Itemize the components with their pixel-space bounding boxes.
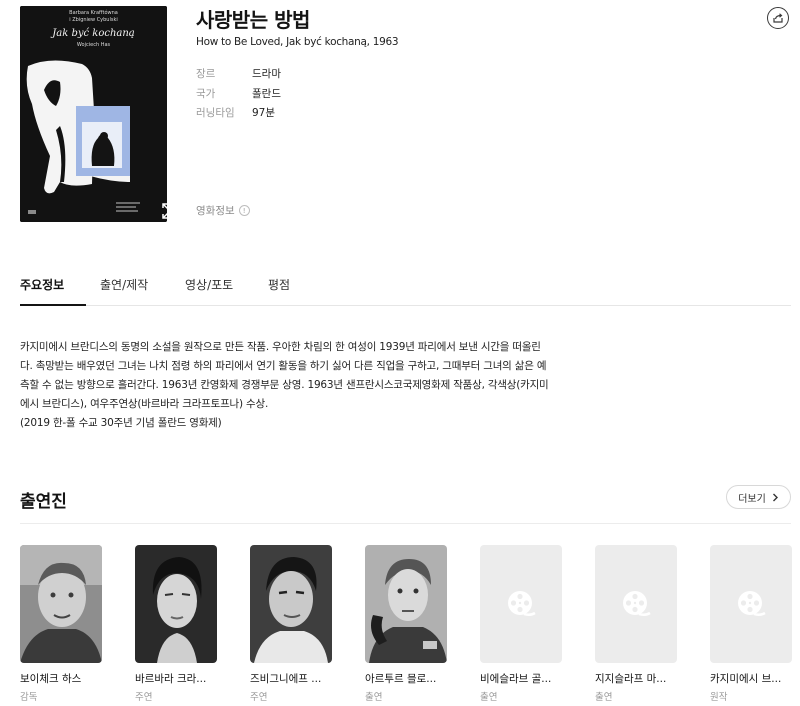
cast-divider bbox=[20, 523, 791, 524]
cast-role: 주연 bbox=[135, 692, 153, 703]
tab-cast-crew[interactable]: 출연/제작 bbox=[100, 276, 148, 293]
expand-icon[interactable] bbox=[160, 201, 167, 221]
active-tab-indicator bbox=[20, 304, 86, 306]
film-reel-icon bbox=[623, 591, 651, 617]
cast-photo-placeholder bbox=[595, 545, 677, 663]
detail-value: 97분 bbox=[252, 107, 276, 120]
cast-role: 주연 bbox=[250, 692, 268, 703]
cast-heading: 출연진 bbox=[20, 492, 67, 512]
movie-info-label: 영화정보 bbox=[196, 205, 235, 217]
poster-director: Wojciech Has bbox=[76, 42, 111, 48]
movie-subtitle: How to Be Loved, Jak być kochaną, 1963 bbox=[196, 36, 399, 48]
movie-details: 장르 드라마 국가 폴란드 러닝타임 97분 bbox=[196, 64, 281, 123]
cast-name: 비에슬라브 골... bbox=[480, 673, 552, 685]
cast-role: 출연 bbox=[480, 692, 498, 703]
cast-photo bbox=[135, 545, 217, 663]
tab-bar: 주요정보 출연/제작 영상/포토 평점 bbox=[20, 266, 791, 306]
detail-key: 장르 bbox=[196, 68, 216, 81]
cast-name: 아르투르 믈로... bbox=[365, 673, 437, 685]
synopsis-line: 다. 촉망받는 배우였던 그녀는 나치 점령 하의 파리에서 연기 활동을 하기… bbox=[20, 360, 547, 372]
cast-card[interactable]: 보이체크 하스 감독 bbox=[20, 545, 102, 703]
cast-card[interactable]: 지지슬라프 마... 출연 bbox=[595, 545, 677, 703]
cast-card[interactable]: 카지미에시 브... 원작 bbox=[710, 545, 792, 703]
detail-row-runtime: 러닝타임 97분 bbox=[196, 103, 281, 123]
info-icon[interactable]: ! bbox=[238, 205, 250, 216]
detail-key: 러닝타임 bbox=[196, 107, 235, 120]
movie-title: 사랑받는 방법 bbox=[196, 8, 310, 32]
synopsis: 카지미에시 브란디스의 동명의 소설을 원작으로 만든 작품. 우아한 차림의 … bbox=[20, 338, 580, 433]
tab-video-photo[interactable]: 영상/포토 bbox=[185, 276, 233, 293]
detail-value: 드라마 bbox=[252, 68, 281, 81]
cast-photo-placeholder bbox=[710, 545, 792, 663]
movie-poster[interactable]: Barbara Krafftówna i Zbigniew Cybulski J… bbox=[20, 6, 167, 222]
film-reel-icon bbox=[738, 591, 766, 617]
chevron-right-icon bbox=[772, 493, 778, 501]
detail-value: 폴란드 bbox=[252, 87, 281, 100]
cast-name: 보이체크 하스 bbox=[20, 673, 82, 685]
film-reel-icon bbox=[508, 591, 536, 617]
share-icon bbox=[773, 13, 783, 23]
cast-name: 즈비그니에프 ... bbox=[250, 673, 322, 685]
poster-title: Jak być kochaną bbox=[52, 28, 135, 39]
synopsis-line: 측할 수 없는 방향으로 흘러간다. 1963년 칸영화제 경쟁부문 상영. 1… bbox=[20, 379, 549, 391]
share-button[interactable] bbox=[767, 7, 789, 29]
cast-card[interactable]: 바르바라 크라... 주연 bbox=[135, 545, 217, 703]
tab-ratings[interactable]: 평점 bbox=[268, 276, 290, 293]
tab-main-info[interactable]: 주요정보 bbox=[20, 276, 64, 293]
detail-row-country: 국가 폴란드 bbox=[196, 84, 281, 104]
cast-role: 감독 bbox=[20, 692, 38, 703]
cast-role: 출연 bbox=[365, 692, 383, 703]
more-button[interactable]: 더보기 bbox=[726, 485, 791, 509]
cast-card[interactable]: 아르투르 믈로... 출연 bbox=[365, 545, 447, 703]
synopsis-line: 카지미에시 브란디스의 동명의 소설을 원작으로 만든 작품. 우아한 차림의 … bbox=[20, 341, 541, 353]
cast-name: 카지미에시 브... bbox=[710, 673, 782, 685]
detail-key: 국가 bbox=[196, 87, 216, 100]
synopsis-line: 에시 브란디스), 여우주연상(바르바라 크라프토프나) 수상. bbox=[20, 398, 269, 410]
cast-role: 원작 bbox=[710, 692, 728, 703]
poster-credit-line: Barbara Krafftówna bbox=[69, 10, 118, 16]
cast-card[interactable]: 비에슬라브 골... 출연 bbox=[480, 545, 562, 703]
cast-name: 바르바라 크라... bbox=[135, 673, 207, 685]
synopsis-line: (2019 한-폴 수교 30주년 기념 폴란드 영화제) bbox=[20, 417, 222, 429]
cast-photo bbox=[250, 545, 332, 663]
detail-row-genre: 장르 드라마 bbox=[196, 64, 281, 84]
movie-info-link[interactable]: 영화정보 ! bbox=[196, 203, 250, 218]
cast-list: 보이체크 하스 감독 바르바라 크라... 주연 즈비그니에프 ... 주연 아… bbox=[20, 545, 800, 706]
poster-credit-line: i Zbigniew Cybulski bbox=[69, 17, 118, 23]
cast-role: 출연 bbox=[595, 692, 613, 703]
cast-photo bbox=[365, 545, 447, 663]
cast-card[interactable]: 즈비그니에프 ... 주연 bbox=[250, 545, 332, 703]
cast-photo bbox=[20, 545, 102, 663]
cast-photo-placeholder bbox=[480, 545, 562, 663]
cast-name: 지지슬라프 마... bbox=[595, 673, 667, 685]
more-button-label: 더보기 bbox=[738, 493, 766, 505]
